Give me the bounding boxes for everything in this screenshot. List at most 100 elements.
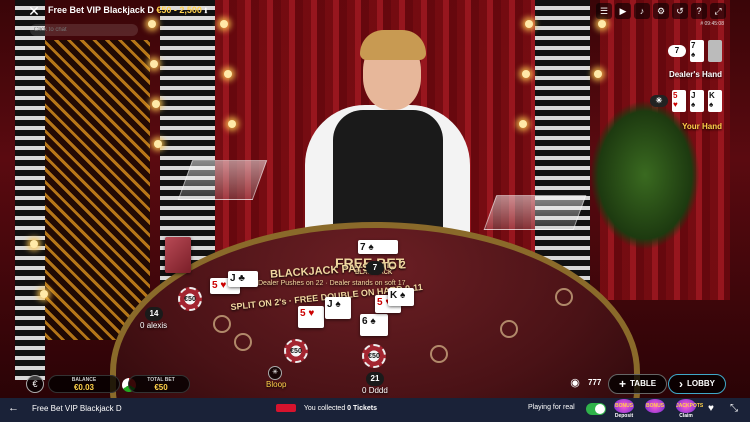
dealer-hand-score: 7 <box>668 45 686 57</box>
dealer-card-back <box>165 237 191 273</box>
video-icon[interactable]: ▶ <box>615 3 631 19</box>
top-toolbar: ☰ ▶ ♪ ⚙ ↺ ? ⤢ <box>596 3 726 19</box>
fullscreen-exit-icon[interactable]: ⤡ <box>730 403 738 414</box>
card-rank: 7 <box>691 41 696 50</box>
your-hand-card: 5 ♥ <box>672 90 686 112</box>
promo-badge: BONUS <box>614 399 634 413</box>
total-bet-box: TOTAL BET €50 <box>128 375 190 393</box>
your-hand-card: K ♠ <box>708 90 722 112</box>
top-bar: ✕ Free Bet VIP Blackjack D €50 - 2,500 ℹ… <box>0 0 750 27</box>
light-bulb <box>228 120 236 128</box>
promo-label: Claim <box>679 413 693 419</box>
live-video-feed: FREE BET BLACKJACK BLACKJACK PAYS 3 TO 2… <box>0 0 750 398</box>
light-bulb <box>150 60 158 68</box>
promo-bonus-button[interactable]: BONUS <box>642 399 668 421</box>
seat-player-name: 0 alexis <box>140 321 167 330</box>
side-bet-spot <box>213 315 231 333</box>
card-rank: K <box>709 91 715 100</box>
player-card: J ♠ <box>325 297 351 319</box>
light-bulb <box>224 70 232 78</box>
light-bulb <box>40 290 48 298</box>
bet-chip: €50 <box>178 287 202 311</box>
dealer-hand-row: 7 7 ♠ <box>668 40 722 62</box>
light-bulb <box>30 240 38 248</box>
discard-tray <box>483 195 587 230</box>
balance-box: BALANCE €0.03 <box>48 375 120 393</box>
promo-deposit-button[interactable]: BONUS Deposit <box>611 399 637 421</box>
player-card: J ♣ <box>228 271 258 287</box>
promo-label: Deposit <box>614 413 634 419</box>
chat-input[interactable] <box>30 24 138 36</box>
lobby-button-label: LOBBY <box>687 379 715 389</box>
currency-icon[interactable]: € <box>26 375 44 393</box>
promo-badge: JACKPOTS <box>676 399 703 413</box>
site-nav-bar: ← Free Bet VIP Blackjack D You collected… <box>0 398 750 422</box>
table-button[interactable]: + TABLE <box>608 374 668 394</box>
side-bet-spot <box>234 333 252 351</box>
card-rank: 5 <box>673 91 678 100</box>
table-button-label: TABLE <box>630 379 657 389</box>
statistics-icon[interactable]: 777 <box>588 378 601 387</box>
dealer-hidden-card <box>708 40 722 62</box>
heart-icon[interactable]: ♥ <box>708 403 714 414</box>
card-suit: ♠ <box>691 100 696 109</box>
decor-pillar <box>15 0 45 380</box>
close-icon[interactable]: ✕ <box>26 3 42 19</box>
help-icon[interactable]: ? <box>691 3 707 19</box>
your-hand-card: J ♠ <box>690 90 704 112</box>
balance-value: €0.03 <box>73 383 95 392</box>
side-bet-spot <box>555 288 573 306</box>
game-screen: FREE BET BLACKJACK BLACKJACK PAYS 3 TO 2… <box>0 0 750 422</box>
card-suit: ♥ <box>673 100 678 109</box>
player-card: 6 ♠ <box>360 314 388 336</box>
decor-panel-left <box>40 40 150 340</box>
eye-icon[interactable]: ◉ <box>566 375 584 393</box>
tickets-text: You collected <box>303 404 346 412</box>
card-rank: J <box>691 91 696 100</box>
plus-icon: + <box>619 377 627 391</box>
ticket-icon <box>276 404 296 412</box>
dealer-score-badge: 7 <box>366 261 384 275</box>
bet-chip: €50 <box>284 339 308 363</box>
your-hand-score-icon: ✳ <box>650 95 668 107</box>
tickets-status[interactable]: You collected 0 Tickets <box>276 404 377 412</box>
game-title: Free Bet VIP Blackjack D €50 - 2,500 ℹ <box>48 5 207 15</box>
promo-jackpot-button[interactable]: JACKPOTS Claim <box>673 399 703 421</box>
light-bulb <box>152 100 160 108</box>
playing-for-real-label: Playing for real <box>528 404 575 411</box>
table-limits: €50 - 2,500 <box>156 5 202 15</box>
light-bulb <box>594 70 602 78</box>
real-money-toggle[interactable] <box>586 403 606 415</box>
chevron-right-icon: › <box>679 377 683 391</box>
back-arrow-icon[interactable]: ← <box>8 402 19 414</box>
lobby-button[interactable]: › LOBBY <box>668 374 726 394</box>
volume-icon[interactable]: ♪ <box>634 3 650 19</box>
total-bet-value: €50 <box>154 383 168 392</box>
chat-icon[interactable]: ☰ <box>596 3 612 19</box>
history-icon[interactable]: ↺ <box>672 3 688 19</box>
light-bulb <box>154 140 162 148</box>
seat-player-prefix: 0 <box>140 321 145 330</box>
fullscreen-icon[interactable]: ⤢ <box>710 3 726 19</box>
limits-info-icon[interactable]: ℹ <box>204 8 207 15</box>
promo-badge: BONUS <box>645 399 665 413</box>
your-hand-row: ✳ 5 ♥ J ♠ K ♠ <box>650 90 722 112</box>
seat-player-label: alexis <box>146 321 168 330</box>
your-hand-label: Your Hand <box>682 122 722 131</box>
player-card: K ♠ <box>388 288 414 306</box>
side-bet-spot <box>500 320 518 338</box>
card-shoe <box>177 160 268 200</box>
light-bulb <box>519 120 527 128</box>
dealer-card: 7 ♠ <box>358 240 398 254</box>
tickets-count: 0 Tickets <box>347 404 378 412</box>
bet-chip: €50 <box>362 344 386 368</box>
nav-game-title: Free Bet VIP Blackjack D <box>32 404 122 413</box>
player-card: 5 ♥ <box>298 306 324 328</box>
dealer-hand-label: Dealer's Hand <box>668 70 722 79</box>
light-bulb <box>522 70 530 78</box>
game-controls: € BALANCE €0.03 TOTAL BET €50 ◉ 777 + TAB… <box>0 370 750 398</box>
dealer-hair <box>360 30 426 60</box>
settings-icon[interactable]: ⚙ <box>653 3 669 19</box>
card-suit: ♠ <box>709 100 714 109</box>
game-round-id: # 09:45:08 <box>700 21 724 27</box>
